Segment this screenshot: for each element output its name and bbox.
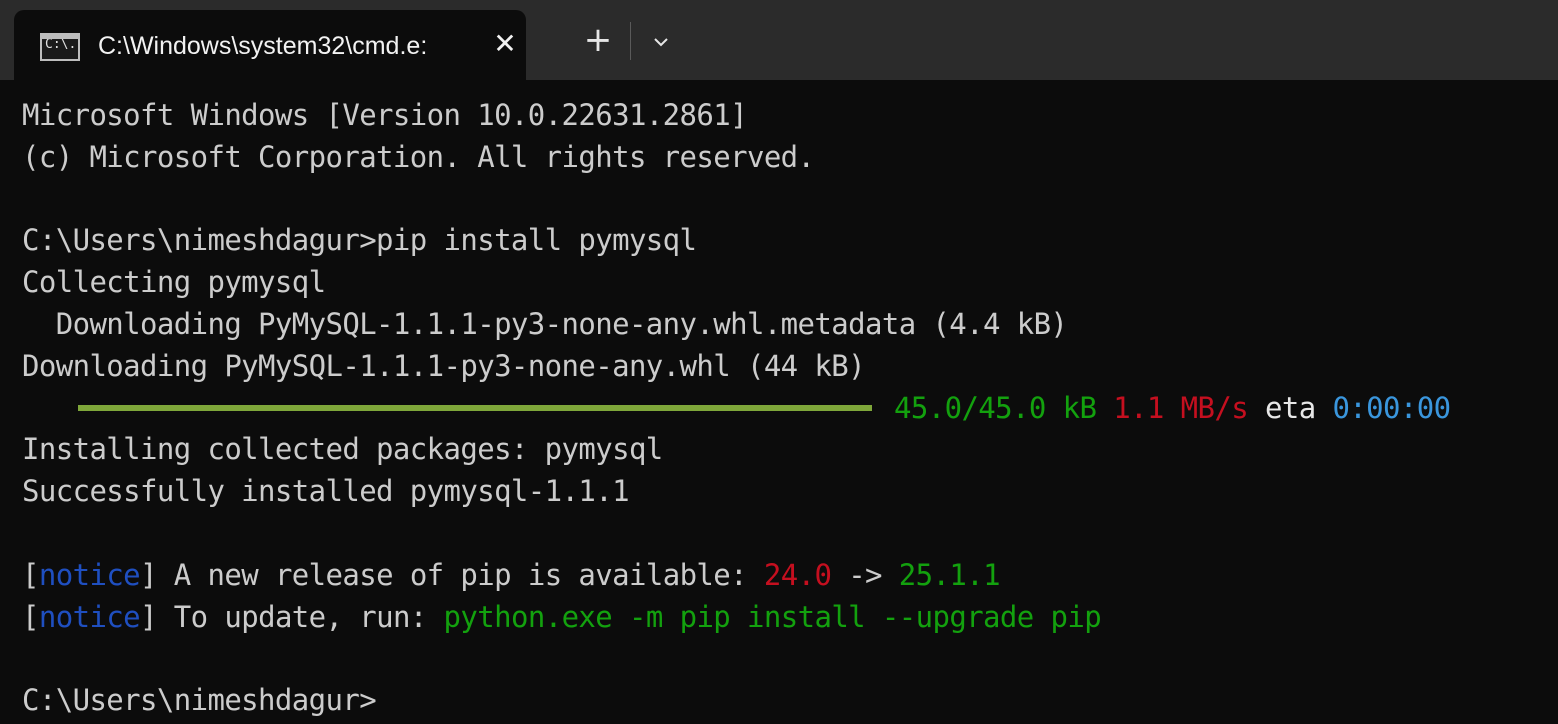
chevron-down-icon[interactable]	[644, 28, 678, 56]
notice-text: A new release of pip is available:	[156, 557, 764, 592]
tab-cmd[interactable]: C:\. C:\Windows\system32\cmd.e: ✕	[14, 10, 526, 80]
notice-bracket: ]	[140, 599, 157, 634]
notice-bracket: [	[22, 599, 39, 634]
upgrade-command: python.exe -m pip install --upgrade pip	[443, 599, 1102, 634]
notice-line: [notice] A new release of pip is availab…	[22, 555, 1558, 597]
output-line: Collecting pymysql	[22, 265, 326, 300]
progress-eta-value: 0:00:00	[1332, 390, 1451, 425]
progress-bar	[78, 404, 872, 411]
new-version: 25.1.1	[898, 557, 1001, 592]
notice-text: To update, run:	[156, 599, 444, 634]
output-line: Successfully installed pymysql-1.1.1	[22, 474, 630, 509]
progress-size: 45.0/45.0 kB	[894, 390, 1097, 425]
notice-bracket: [	[22, 557, 39, 592]
tab-divider	[630, 22, 631, 60]
output-line: Installing collected packages: pymysql	[22, 432, 663, 467]
terminal-output[interactable]: Microsoft Windows [Version 10.0.22631.28…	[0, 95, 1558, 724]
version-arrow: ->	[831, 557, 899, 592]
progress-eta-label: eta	[1264, 390, 1316, 425]
old-version: 24.0	[763, 557, 832, 592]
notice-tag: notice	[38, 557, 141, 592]
tab-title: C:\Windows\system32\cmd.e:	[98, 32, 428, 60]
progress-line: 45.0/45.0 kB 1.1 MB/s eta 0:00:00	[22, 388, 1558, 430]
notice-tag: notice	[38, 599, 141, 634]
tab-bar: C:\. C:\Windows\system32\cmd.e: ✕ +	[0, 0, 1558, 80]
notice-bracket: ]	[140, 557, 157, 592]
notice-line: [notice] To update, run: python.exe -m p…	[22, 597, 1558, 639]
close-icon[interactable]: ✕	[488, 24, 522, 64]
progress-speed: 1.1 MB/s	[1113, 390, 1249, 425]
command-prompt[interactable]: C:\Users\nimeshdagur>	[22, 680, 1558, 722]
output-line: Downloading PyMySQL-1.1.1-py3-none-any.w…	[22, 306, 1068, 341]
terminal-icon: C:\.	[40, 33, 80, 61]
new-tab-button[interactable]: +	[578, 18, 618, 62]
output-line: (c) Microsoft Corporation. All rights re…	[22, 139, 815, 174]
command-line: C:\Users\nimeshdagur>pip install pymysql	[22, 223, 697, 258]
output-line: Downloading PyMySQL-1.1.1-py3-none-any.w…	[22, 348, 866, 383]
output-line: Microsoft Windows [Version 10.0.22631.28…	[22, 98, 748, 132]
